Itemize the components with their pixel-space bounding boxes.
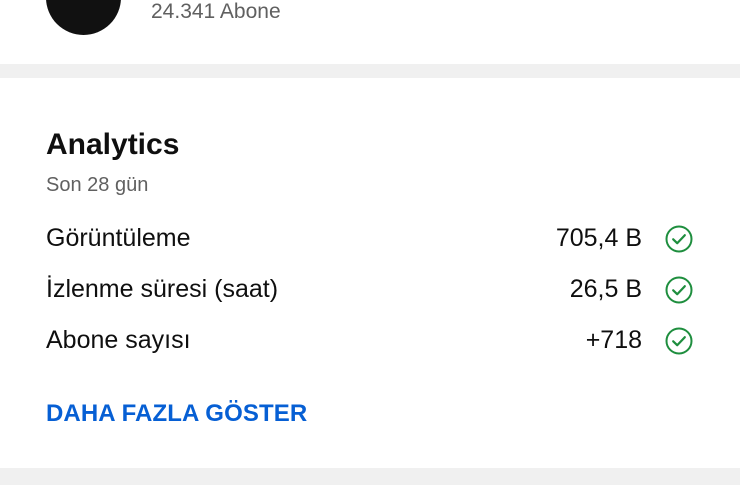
metric-row-views: Görüntüleme 705,4 B [46,221,696,255]
metric-label-subscribers: Abone sayısı [46,326,191,354]
analytics-card: Analytics Son 28 gün Görüntüleme 705,4 B… [0,78,740,468]
show-more-button[interactable]: DAHA FAZLA GÖSTER [46,400,307,428]
metric-label-watch-time: İzlenme süresi (saat) [46,275,279,303]
check-circle-icon [665,225,693,253]
analytics-title: Analytics [46,128,180,161]
metric-label-views: Görüntüleme [46,224,191,252]
metric-value-subscribers: +718 [585,326,642,354]
section-divider [0,64,740,78]
studio-channel-dashboard: 24.341 Abone Analytics Son 28 gün Görünt… [0,0,740,485]
metric-row-subscribers: Abone sayısı +718 [46,323,696,357]
analytics-period: Son 28 gün [46,174,149,196]
section-divider [0,468,740,485]
channel-avatar[interactable] [46,0,121,35]
check-circle-icon [665,276,693,304]
metric-row-watch-time: İzlenme süresi (saat) 26,5 B [46,272,696,306]
metric-value-watch-time: 26,5 B [569,275,642,303]
avatar-logo-mark [66,10,100,16]
check-circle-icon [665,327,693,355]
channel-header: 24.341 Abone [0,0,740,64]
metric-value-views: 705,4 B [555,224,642,252]
subscriber-count: 24.341 Abone [151,0,281,23]
